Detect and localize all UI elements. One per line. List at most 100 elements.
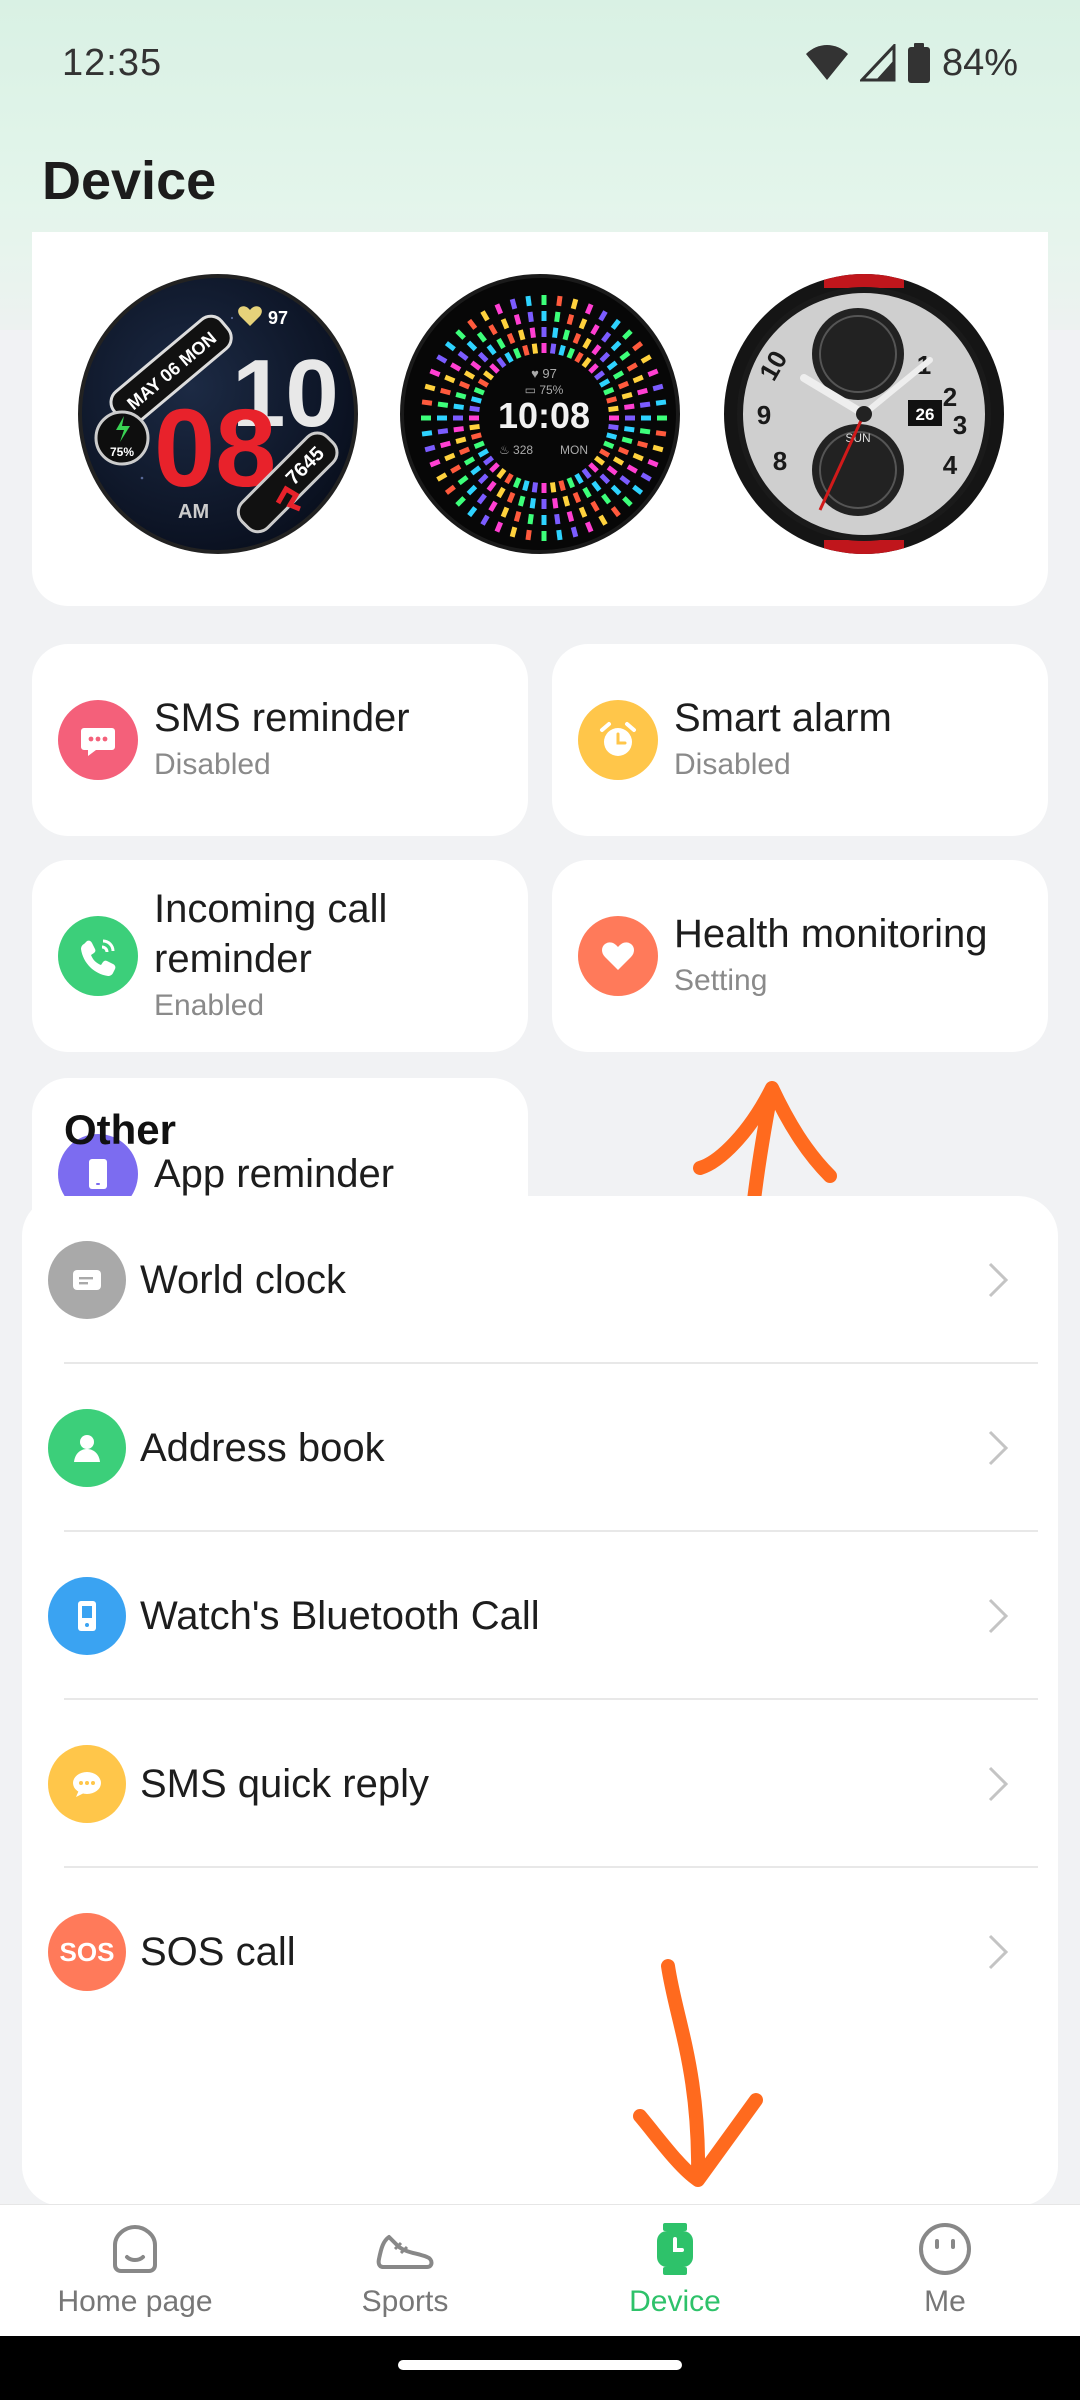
status-time: 12:35: [62, 41, 163, 84]
radial-dash: [640, 354, 652, 364]
face1-heart: 97: [268, 308, 288, 328]
radial-dash: [466, 340, 478, 352]
radial-dash: [574, 473, 584, 485]
radial-dash: [632, 484, 644, 495]
tile-text: App reminder: [154, 1149, 394, 1199]
radial-dash: [477, 378, 489, 388]
radial-dash: [639, 428, 651, 435]
radial-dash: [626, 464, 638, 474]
watch-face-digital[interactable]: MAY 06 MON 10 08 97 75% 7645 AM: [78, 274, 358, 554]
radial-dash: [558, 344, 566, 356]
watch-face-radial[interactable]: 10:08 ♥ 97 ▭ 75% ♨ 328 MON: [400, 274, 680, 554]
radial-dash: [610, 340, 622, 352]
radial-dash: [455, 496, 466, 507]
radial-dash: [608, 405, 619, 413]
radial-dash: [527, 513, 534, 525]
smiley-icon: [919, 2223, 971, 2275]
radial-dash: [562, 329, 571, 341]
radial-dash: [480, 514, 490, 526]
list-item-address-book[interactable]: Address book: [22, 1364, 1058, 1532]
other-list-card: World clock Address book Watch's Bluetoo…: [22, 1196, 1058, 2206]
radial-dash: [512, 477, 522, 489]
radial-dash: [527, 311, 534, 323]
radial-dash: [584, 521, 594, 533]
radial-dash: [486, 480, 497, 492]
radial-dash: [556, 295, 563, 307]
watch-call-icon: [48, 1577, 126, 1655]
radial-dash: [541, 499, 547, 509]
wifi-icon: [805, 45, 848, 80]
radial-dash: [558, 480, 566, 492]
list-item-world-clock[interactable]: World clock: [22, 1196, 1058, 1364]
radial-dash: [610, 506, 621, 518]
svg-text:8: 8: [773, 446, 787, 476]
nav-sports[interactable]: Sports: [270, 2205, 540, 2336]
bottom-nav: Home page Sports Device Me: [0, 2204, 1080, 2336]
svg-text:26: 26: [916, 405, 935, 424]
tile-text: SMS reminder Disabled: [154, 693, 410, 787]
radial-dash: [504, 473, 514, 485]
radial-dash: [624, 403, 635, 410]
radial-dash: [619, 350, 631, 361]
radial-dash: [458, 380, 471, 390]
radial-dash: [598, 310, 608, 322]
radial-dash: [566, 477, 576, 489]
watch-face-digital-graphic: MAY 06 MON 10 08 97 75% 7645 AM: [94, 306, 339, 534]
radial-dash: [541, 311, 547, 321]
radial-dash: [652, 383, 664, 392]
radial-dash: [455, 391, 467, 400]
list-item-bluetooth-call[interactable]: Watch's Bluetooth Call: [22, 1532, 1058, 1700]
radial-dash: [647, 458, 659, 468]
tile-incoming-call-reminder[interactable]: Incoming call reminder Enabled: [32, 860, 528, 1052]
nav-me[interactable]: Me: [810, 2205, 1080, 2336]
svg-text:4: 4: [943, 450, 958, 480]
radial-dash: [467, 506, 478, 518]
radial-dash: [624, 426, 635, 433]
radial-dash: [578, 506, 588, 518]
radial-dash: [437, 415, 447, 421]
svg-text:▭ 75%: ▭ 75%: [525, 383, 564, 397]
radial-dash: [599, 473, 611, 485]
tile-smart-alarm[interactable]: Smart alarm Disabled: [552, 644, 1048, 836]
radial-dash: [457, 350, 469, 361]
radial-dash: [496, 486, 506, 499]
radial-dash: [529, 498, 536, 509]
radial-dash: [594, 455, 605, 466]
radial-dash: [572, 332, 582, 345]
radial-dash: [612, 456, 625, 466]
radial-dash: [652, 444, 664, 453]
radial-dash: [584, 303, 594, 315]
radial-dash: [541, 531, 547, 541]
list-item-sms-quick-reply[interactable]: SMS quick reply: [22, 1700, 1058, 1868]
nav-home-page[interactable]: Home page: [0, 2205, 270, 2336]
radial-dash: [494, 303, 504, 315]
tile-text: Incoming call reminder Enabled: [154, 884, 387, 1028]
tile-title-line2: reminder: [154, 937, 312, 981]
radial-dash: [549, 343, 557, 354]
list-item-label: SMS quick reply: [140, 1761, 429, 1806]
tile-health-monitoring[interactable]: Health monitoring Setting: [552, 860, 1048, 1052]
radial-dash: [594, 370, 605, 381]
home-gesture-handle[interactable]: [398, 2360, 682, 2370]
radial-dash: [608, 423, 619, 431]
world-clock-icon: [48, 1241, 126, 1319]
radial-dash: [606, 396, 618, 404]
tile-sms-reminder[interactable]: SMS reminder Disabled: [32, 644, 528, 836]
svg-text:♥ 97: ♥ 97: [531, 366, 557, 381]
radial-dash: [622, 496, 633, 507]
radial-dash: [601, 493, 612, 505]
radial-dash: [641, 415, 651, 421]
tile-status: Enabled: [154, 989, 265, 1022]
radial-dash: [469, 405, 480, 413]
watch-face-analog[interactable]: 123 410 98 SUN 26: [724, 274, 1004, 554]
list-item-label: SOS call: [140, 1929, 296, 1974]
list-item-sos-call[interactable]: SOS SOS call: [22, 1868, 1058, 2036]
radial-dash: [517, 329, 526, 341]
radial-dash: [606, 432, 618, 440]
radial-dash: [625, 415, 635, 421]
nav-device[interactable]: Device: [540, 2205, 810, 2336]
radial-dash: [617, 380, 630, 390]
radial-dash: [473, 440, 485, 450]
radial-dash: [606, 465, 618, 476]
radial-dash: [610, 318, 621, 330]
